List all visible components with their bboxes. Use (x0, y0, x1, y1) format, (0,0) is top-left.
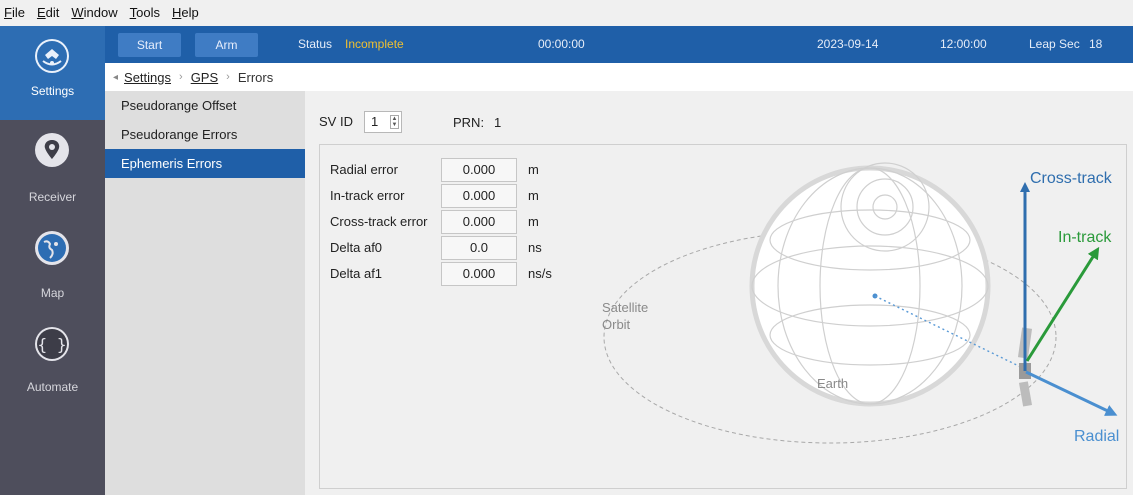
menu-file-mnemonic: F (4, 5, 12, 20)
prn-value: 1 (494, 115, 502, 130)
menu-tools-label: ools (136, 5, 160, 20)
orbit-diagram: Satellite Orbit Earth Cross-track In-tra… (602, 162, 1119, 445)
breadcrumb-separator-icon: › (226, 71, 230, 83)
svid-label: SV ID (319, 114, 353, 129)
breadcrumb-settings[interactable]: Settings (124, 70, 171, 85)
svid-spinbox[interactable]: 1 ▲ ▼ (364, 111, 402, 133)
rail-item-map[interactable]: Map (0, 214, 105, 308)
menu-file-label: ile (11, 5, 25, 20)
start-button[interactable]: Start (118, 33, 181, 57)
status-label: Status (298, 37, 333, 51)
errors-submenu: Pseudorange Offset Pseudorange Errors Ep… (105, 91, 305, 495)
orbit-label-line1: Satellite (602, 300, 648, 315)
in-track-label: In-track (1058, 229, 1112, 246)
rail-item-automate[interactable]: { } Automate (0, 308, 105, 402)
top-toolbar: Start Arm Status Incomplete 00:00:00 202… (105, 26, 1133, 63)
orbit-label-line2: Orbit (602, 317, 631, 332)
earth-globe (749, 162, 991, 407)
earth-label: Earth (817, 376, 848, 391)
menu-edit[interactable]: Edit (31, 0, 65, 26)
in-track-vector (1025, 246, 1100, 362)
sim-date: 2023-09-14 (817, 37, 879, 51)
menu-help-label: elp (181, 5, 199, 20)
menu-tools[interactable]: Tools (124, 0, 166, 26)
menu-file[interactable]: File (0, 0, 31, 26)
braces-icon: { } (35, 327, 69, 361)
spin-arrows-icon[interactable]: ▲ ▼ (390, 115, 399, 129)
rail-item-receiver[interactable]: Receiver (0, 120, 105, 214)
submenu-ephemeris-errors[interactable]: Ephemeris Errors (105, 149, 305, 178)
prn-label: PRN: (453, 115, 485, 130)
menu-edit-label: dit (45, 5, 60, 20)
breadcrumb-gps[interactable]: GPS (191, 70, 218, 85)
cross-track-label: Cross-track (1030, 170, 1113, 187)
rail-label-map: Map (40, 286, 65, 300)
submenu-pseudorange-errors[interactable]: Pseudorange Errors (105, 120, 305, 149)
breadcrumb: ◂ Settings › GPS › Errors (105, 63, 1133, 91)
sim-time: 12:00:00 (940, 37, 987, 51)
arm-button[interactable]: Arm (195, 33, 258, 57)
submenu-pseudorange-offset[interactable]: Pseudorange Offset (105, 91, 305, 120)
radial-label: Radial (1074, 428, 1119, 445)
ephemeris-errors-page: SV ID 1 ▲ ▼ PRN: 1 Radial error 0.000 m I… (305, 91, 1133, 495)
menu-help-mnemonic: H (171, 5, 182, 20)
globe-icon (35, 231, 69, 265)
breadcrumb-separator-icon: › (179, 71, 183, 83)
svg-text:{ }: { } (38, 335, 67, 354)
radial-vector (1025, 370, 1118, 416)
rail-label-receiver: Receiver (28, 190, 77, 204)
rail-label-automate: Automate (26, 380, 79, 394)
rail-label-settings: Settings (30, 84, 75, 98)
status-value: Incomplete (345, 37, 404, 51)
leap-sec-value: 18 (1089, 37, 1103, 51)
navigation-rail: Settings Receiver Map { } Automate (0, 26, 105, 495)
satellite-icon (35, 39, 69, 73)
rail-item-settings[interactable]: Settings (0, 26, 105, 120)
menu-edit-mnemonic: E (36, 5, 46, 20)
breadcrumb-errors: Errors (237, 69, 274, 85)
menu-window[interactable]: Window (65, 0, 123, 26)
menu-window-label: indow (83, 5, 118, 20)
svid-value: 1 (371, 114, 379, 129)
leap-sec-label: Leap Sec (1029, 37, 1080, 51)
elapsed-time: 00:00:00 (538, 37, 585, 51)
menu-window-mnemonic: W (71, 5, 84, 20)
menu-help[interactable]: Help (166, 0, 205, 26)
location-pin-icon (35, 133, 69, 167)
back-icon[interactable]: ◂ (113, 72, 118, 83)
menu-bar: File Edit Window Tools Help (0, 0, 1133, 26)
errors-panel: Radial error 0.000 m In-track error 0.00… (319, 144, 1127, 489)
